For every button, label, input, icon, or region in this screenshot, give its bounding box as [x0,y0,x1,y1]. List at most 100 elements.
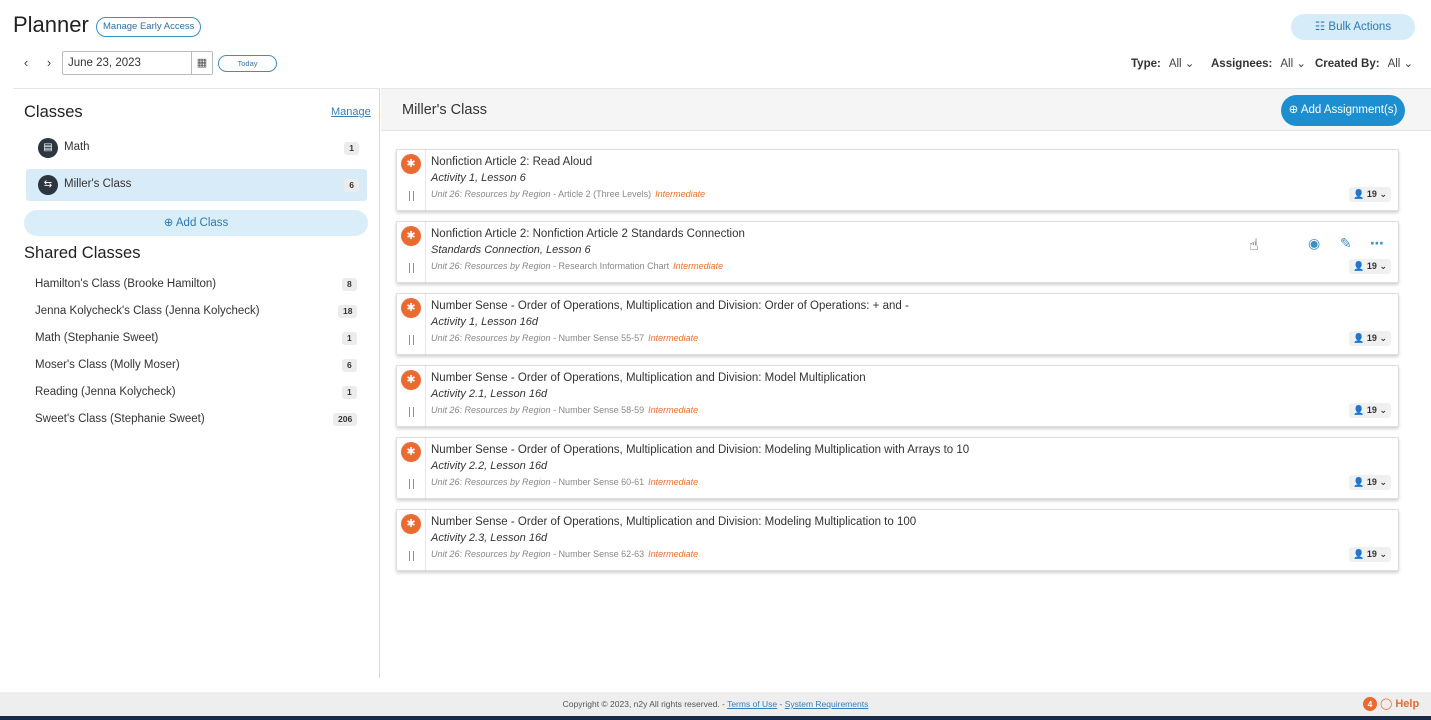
assignment-card[interactable]: ✱ Number Sense - Order of Operations, Mu… [396,293,1399,355]
shared-class-count-badge: 1 [342,332,357,345]
assignees-dropdown[interactable]: 👤 19 ⌄ [1349,259,1391,274]
drag-handle-icon[interactable] [409,335,414,345]
chevron-down-icon: ⌄ [1379,549,1387,559]
assignment-title: Number Sense - Order of Operations, Mult… [431,516,917,528]
shared-class-count-badge: 8 [342,278,357,291]
class-header: Miller's Class ⊕ Add Assignment(s) [381,88,1431,131]
drag-handle-icon[interactable] [409,479,414,489]
manage-classes-link[interactable]: Manage [331,106,371,118]
created-by-filter-value[interactable]: All ⌄ [1388,58,1414,70]
shared-class-name: Math (Stephanie Sweet) [35,332,159,344]
assignment-card[interactable]: ✱ Number Sense - Order of Operations, Mu… [396,437,1399,499]
footer: Copyright © 2023, n2y All rights reserve… [0,692,1431,716]
assignment-card[interactable]: ✱ Number Sense - Order of Operations, Mu… [396,509,1399,571]
calendar-icon[interactable]: ▦ [191,52,212,74]
system-requirements-link[interactable]: System Requirements [785,699,869,709]
level-label: Intermediate [673,261,724,271]
add-class-button[interactable]: ⊕ Add Class [24,210,368,236]
class-title: Miller's Class [402,102,487,118]
shared-class-count-badge: 1 [342,386,357,399]
person-icon: 👤 [1353,261,1365,271]
classes-heading: Classes [24,103,83,121]
class-swap-icon: ⇆ [38,175,58,195]
assignment-meta: Unit 26: Resources by Region - Number Se… [431,549,699,559]
assignees-dropdown[interactable]: 👤 19 ⌄ [1349,403,1391,418]
assignees-dropdown[interactable]: 👤 19 ⌄ [1349,331,1391,346]
prev-day-icon[interactable]: ‹ [19,55,33,70]
n2y-logo-icon: ✱ [401,298,421,318]
class-item-math[interactable]: ▤ Math 1 [26,132,367,164]
type-filter[interactable]: Type: All ⌄ [1131,56,1194,70]
level-label: Intermediate [648,477,699,487]
level-label: Intermediate [648,405,699,415]
drag-handle-icon[interactable] [409,407,414,417]
assignment-activity: Activity 2.3, Lesson 16d [431,532,548,544]
n2y-logo-icon: ✱ [401,514,421,534]
drag-handle-icon[interactable] [409,191,414,201]
drag-handle-icon[interactable] [409,263,414,273]
n2y-logo-icon: ✱ [401,154,421,174]
shared-class-name: Jenna Kolycheck's Class (Jenna Kolycheck… [35,305,260,317]
next-day-icon[interactable]: › [42,55,56,70]
shared-class-item[interactable]: Hamilton's Class (Brooke Hamilton) [35,278,216,290]
person-icon: 👤 [1353,477,1365,487]
assignment-card[interactable]: ✱ Number Sense - Order of Operations, Mu… [396,365,1399,427]
assignees-filter[interactable]: Assignees: All ⌄ [1211,56,1306,70]
assignment-activity: Activity 1, Lesson 16d [431,316,539,328]
assignees-dropdown[interactable]: 👤 19 ⌄ [1349,475,1391,490]
class-name: Miller's Class [64,178,132,190]
assignment-activity: Standards Connection, Lesson 6 [431,244,591,256]
level-label: Intermediate [648,333,699,343]
manage-early-access-button[interactable]: Manage Early Access [96,17,202,37]
class-name: Math [64,141,90,153]
assignment-meta: Unit 26: Resources by Region - Number Se… [431,333,699,343]
today-button[interactable]: Today [218,55,277,72]
assignment-title: Number Sense - Order of Operations, Mult… [431,300,909,312]
assignment-title: Nonfiction Article 2: Read Aloud [431,156,593,168]
add-assignment-button[interactable]: ⊕ Add Assignment(s) [1281,95,1405,126]
class-item-millers-class[interactable]: ⇆ Miller's Class 6 [26,169,367,201]
chevron-down-icon: ⌄ [1379,405,1387,415]
shared-class-item[interactable]: Math (Stephanie Sweet) [35,332,158,344]
shared-class-item[interactable]: Reading (Jenna Kolycheck) [35,386,176,398]
assignment-meta: Unit 26: Resources by Region - Number Se… [431,477,699,487]
shared-class-item[interactable]: Jenna Kolycheck's Class (Jenna Kolycheck… [35,305,260,317]
assignees-filter-label: Assignees: [1211,58,1273,70]
assignees-filter-value[interactable]: All ⌄ [1280,58,1306,70]
classes-sidebar: Classes Manage ▤ Math 1 ⇆ Miller's Class… [13,88,380,678]
assignment-meta: Unit 26: Resources by Region - Number Se… [431,405,699,415]
calculator-icon: ▤ [38,138,58,158]
assignment-activity: Activity 1, Lesson 6 [431,172,526,184]
edit-pencil-icon[interactable]: ✎ [1340,235,1352,252]
shared-class-name: Moser's Class (Molly Moser) [35,359,180,371]
assignment-title: Nonfiction Article 2: Nonfiction Article… [431,228,745,240]
level-label: Intermediate [655,189,706,199]
class-count-badge: 1 [344,142,359,155]
level-label: Intermediate [648,549,699,559]
bulk-actions-button[interactable]: ☷ Bulk Actions [1291,14,1415,40]
shared-class-count-badge: 6 [342,359,357,372]
help-button[interactable]: 4 ◯ Help [1363,697,1419,711]
person-icon: 👤 [1353,189,1365,199]
assignees-dropdown[interactable]: 👤 19 ⌄ [1349,187,1391,202]
help-count-badge: 4 [1363,697,1377,711]
assignment-title: Number Sense - Order of Operations, Mult… [431,444,970,456]
drag-handle-icon[interactable] [409,551,414,561]
date-input[interactable]: June 23, 2023 ▦ [62,51,213,75]
more-options-icon[interactable]: ⋯ [1370,235,1384,252]
shared-class-item[interactable]: Sweet's Class (Stephanie Sweet) [35,413,205,425]
help-label: ◯ Help [1380,698,1420,710]
date-value: June 23, 2023 [68,57,141,69]
shared-class-count-badge: 206 [333,413,358,426]
n2y-logo-icon: ✱ [401,370,421,390]
assignees-dropdown[interactable]: 👤 19 ⌄ [1349,547,1391,562]
shared-class-item[interactable]: Moser's Class (Molly Moser) [35,359,180,371]
created-by-filter[interactable]: Created By: All ⌄ [1315,56,1413,70]
assignment-activity: Activity 2.2, Lesson 16d [431,460,548,472]
view-eye-icon[interactable]: ◉ [1308,235,1320,252]
terms-of-use-link[interactable]: Terms of Use [727,699,777,709]
assignment-title: Number Sense - Order of Operations, Mult… [431,372,866,384]
type-filter-value[interactable]: All ⌄ [1169,58,1195,70]
assignment-card[interactable]: ✱ Nonfiction Article 2: Read Aloud Activ… [396,149,1399,211]
page-title: Planner [13,12,89,37]
